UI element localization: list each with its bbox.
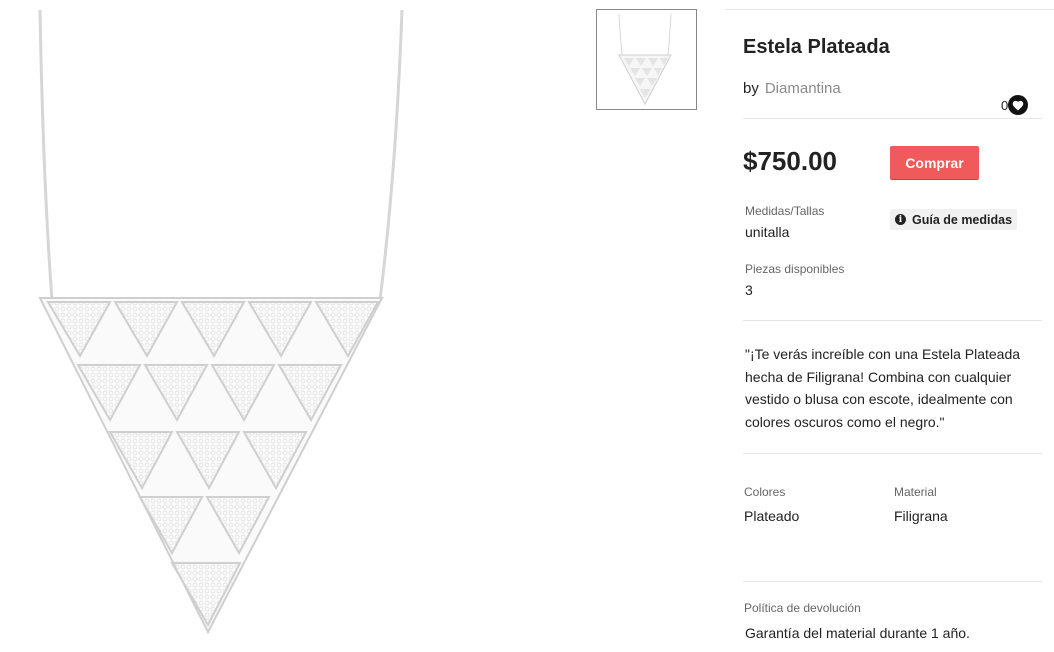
size-guide-button[interactable]: i Guía de medidas	[890, 209, 1018, 230]
product-info-panel: Estela Plateada by Diamantina 0 $750.00 C…	[725, 0, 1054, 652]
size-label: Medidas/Tallas	[745, 204, 825, 218]
buy-button[interactable]: Comprar	[890, 146, 979, 179]
material-value: Filigrana	[894, 508, 948, 524]
divider	[743, 581, 1042, 582]
divider	[743, 118, 1042, 119]
product-thumbnail[interactable]	[596, 9, 697, 110]
designer-link[interactable]: Diamantina	[765, 80, 841, 97]
like-button[interactable]	[1008, 95, 1029, 115]
colors-value: Plateado	[744, 508, 800, 524]
pendant	[38, 297, 384, 635]
pieces-label: Piezas disponibles	[745, 262, 845, 276]
heart-icon	[1012, 100, 1024, 110]
material-label: Material	[894, 485, 937, 499]
necklace-chain	[38, 9, 404, 301]
product-price: $750.00	[743, 146, 837, 176]
likes-count: 0	[1001, 97, 1009, 113]
likes-widget: 0	[1001, 95, 1029, 115]
by-label: by	[743, 80, 759, 97]
pieces-value: 3	[745, 282, 753, 298]
thumbnail-image	[618, 13, 672, 106]
designer-byline: by Diamantina	[743, 80, 841, 97]
return-policy-value: Garantía del material durante 1 año.	[745, 625, 970, 641]
divider	[743, 320, 1042, 321]
info-icon: i	[895, 214, 906, 225]
size-guide-label: Guía de medidas	[912, 212, 1013, 227]
divider	[725, 9, 1054, 10]
size-value: unitalla	[745, 224, 790, 240]
divider	[743, 453, 1042, 454]
product-title: Estela Plateada	[743, 36, 890, 58]
product-main-image	[38, 9, 404, 635]
return-policy-label: Política de devolución	[744, 601, 861, 615]
colors-label: Colores	[744, 485, 786, 499]
product-description: "¡Te verás increíble con una Estela Plat…	[745, 346, 1021, 430]
